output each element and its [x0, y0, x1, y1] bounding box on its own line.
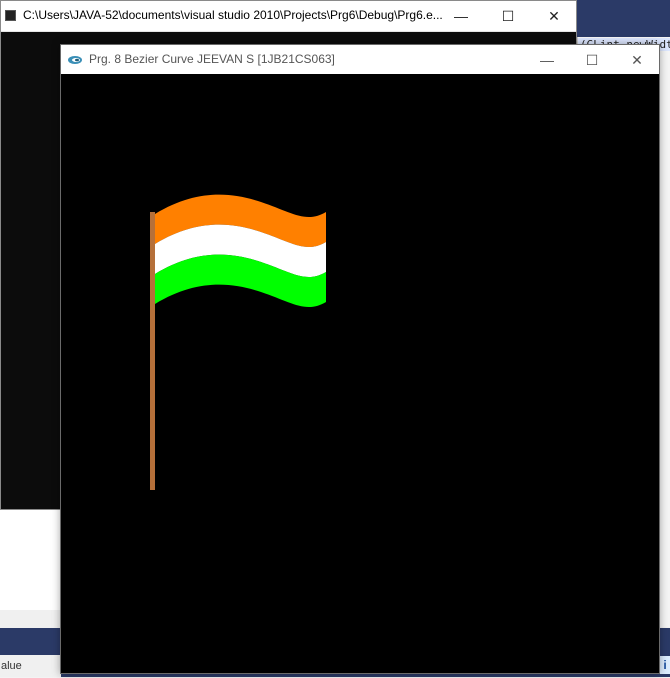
- info-icon[interactable]: i: [660, 656, 670, 674]
- gl-minimize-button[interactable]: —: [524, 45, 570, 75]
- ide-panel-area: [0, 510, 60, 610]
- gl-maximize-button[interactable]: ☐: [569, 45, 615, 75]
- gl-window-title: Prg. 8 Bezier Curve JEEVAN S [1JB21CS063…: [89, 52, 335, 66]
- console-close-button[interactable]: ✕: [531, 1, 577, 31]
- flag-pole: [150, 212, 155, 490]
- gl-close-button[interactable]: ✕: [614, 45, 660, 75]
- console-title: C:\Users\JAVA-52\documents\visual studio…: [23, 8, 443, 22]
- opengl-glut-icon: [67, 53, 83, 71]
- ide-properties-panel: alue: [0, 655, 61, 677]
- flag-drawing: [150, 194, 326, 490]
- gl-window[interactable]: Prg. 8 Bezier Curve JEEVAN S [1JB21CS063…: [60, 44, 660, 674]
- gl-titlebar[interactable]: Prg. 8 Bezier Curve JEEVAN S [1JB21CS063…: [61, 45, 659, 74]
- console-maximize-button[interactable]: ☐: [485, 1, 531, 31]
- gl-canvas[interactable]: [61, 74, 659, 673]
- console-minimize-button[interactable]: —: [438, 1, 484, 31]
- console-titlebar[interactable]: C:\Users\JAVA-52\documents\visual studio…: [1, 1, 576, 32]
- console-icon: [5, 10, 16, 21]
- ide-title-area: [577, 0, 670, 37]
